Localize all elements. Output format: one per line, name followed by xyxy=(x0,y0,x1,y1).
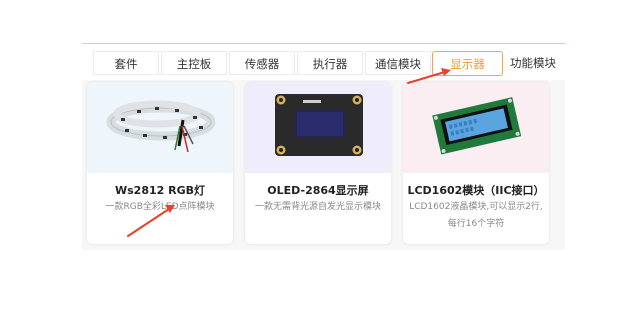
product-description: LCD1602液晶模块,可以显示2行, 每行16个字符 xyxy=(409,202,543,229)
top-divider xyxy=(82,43,565,44)
product-card-ws2812[interactable]: Ws2812 RGB灯 一款RGB全彩LED点阵模块 xyxy=(87,82,233,244)
product-card-lcd1602[interactable]: LCD1602模块（IIC接口） LCD1602液晶模块,可以显示2行, 每行1… xyxy=(403,82,549,244)
tab-displays[interactable]: 显示器 xyxy=(432,51,503,76)
tab-actuators[interactable]: 执行器 xyxy=(297,51,363,75)
tab-function-modules[interactable]: 功能模块 xyxy=(503,51,563,75)
category-tabs: 套件 主控板 传感器 执行器 通信模块 显示器 功能模块 xyxy=(93,51,563,77)
oled-display-image xyxy=(245,82,391,173)
lcd1602-module-image xyxy=(403,82,549,173)
product-description: 一款无需背光源自发光显示模块 xyxy=(254,202,381,212)
tab-main-boards[interactable]: 主控板 xyxy=(161,51,227,75)
product-card-oled-2864[interactable]: OLED-2864显示屏 一款无需背光源自发光显示模块 xyxy=(245,82,391,244)
tab-kits[interactable]: 套件 xyxy=(93,51,159,75)
tab-sensors[interactable]: 传感器 xyxy=(229,51,295,75)
product-title: OLED-2864显示屏 xyxy=(267,184,369,197)
product-description: 一款RGB全彩LED点阵模块 xyxy=(105,202,215,212)
product-title: Ws2812 RGB灯 xyxy=(114,184,205,197)
ws2812-led-strip-image xyxy=(87,82,233,173)
product-title: LCD1602模块（IIC接口） xyxy=(407,184,545,197)
tab-communication-modules[interactable]: 通信模块 xyxy=(365,51,431,75)
